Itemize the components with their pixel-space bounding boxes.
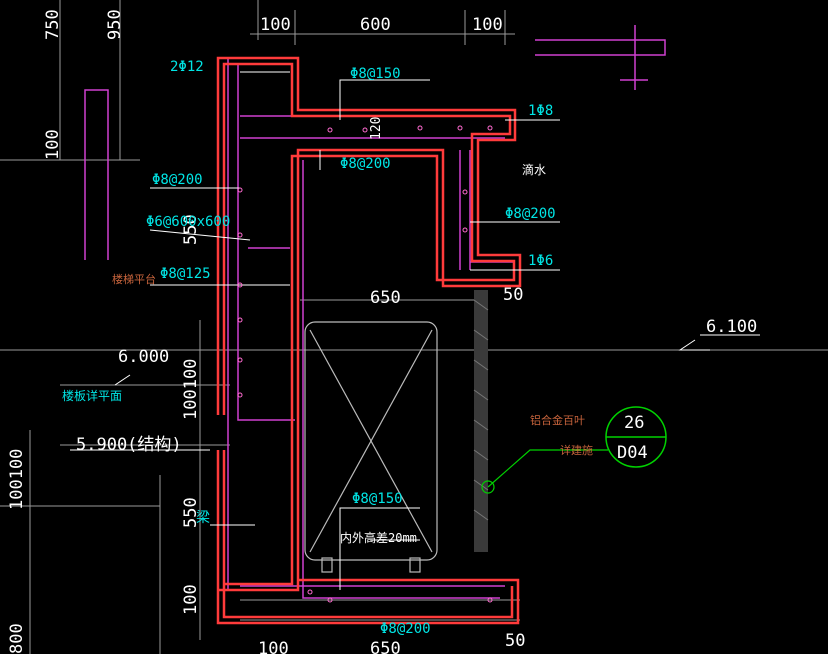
callout-number: 26 xyxy=(624,413,644,433)
dim-bottom-50: 50 xyxy=(505,631,525,651)
rebar-phi8-150-top: Φ8@150 xyxy=(350,66,401,82)
rebar-1phi6: 1Φ6 xyxy=(528,253,553,269)
cad-drawing-canvas: 100 600 100 750 950 100 100100 800 550 1… xyxy=(0,0,828,654)
note-drip: 滴水 xyxy=(522,162,546,177)
dim-height-120: 120 xyxy=(369,117,384,140)
dim-left-750: 750 xyxy=(43,9,63,40)
rebar-phi8-200-right: Φ8@200 xyxy=(505,206,556,222)
dim-bottom-100: 100 xyxy=(258,639,289,654)
rebar-phi8-125: Φ8@125 xyxy=(160,266,211,282)
callout-sheet: D04 xyxy=(617,443,648,463)
note-stair-platform: 楼梯平台 xyxy=(112,272,156,286)
dim-top-left: 100 xyxy=(260,15,291,35)
level-6000: 6.000 xyxy=(118,347,169,367)
wall-hatch xyxy=(473,290,489,552)
note-detail-ref: 详建施 xyxy=(560,443,593,457)
rebar-2phi12: 2Φ12 xyxy=(170,59,204,75)
dim-width-650: 650 xyxy=(370,288,401,308)
dim-left-950: 950 xyxy=(105,9,125,40)
dim-bottom-left-100100: 100100 xyxy=(7,449,27,510)
note-aluminum: 铝合金百叶 xyxy=(530,413,585,427)
dim-mid-100100: 100100 xyxy=(181,359,201,420)
rebar-phi8-200-bottom: Φ8@200 xyxy=(380,621,431,637)
note-beam: 梁 xyxy=(196,510,210,526)
note-height-diff: 内外高差20mm xyxy=(340,530,417,545)
rebar-phi8-200-mid: Φ8@200 xyxy=(340,156,391,172)
level-5900: 5.900(结构) xyxy=(76,435,182,455)
dim-top-right: 100 xyxy=(472,15,503,35)
grid-lines xyxy=(0,0,828,654)
rebar-1phi8: 1Φ8 xyxy=(528,103,553,119)
dim-bottom-left-800: 800 xyxy=(7,623,27,654)
rebar-phi6-600: Φ6@600x600 xyxy=(146,214,230,230)
dim-right-50-top: 50 xyxy=(503,285,523,305)
note-stair-board: 楼板详平面 xyxy=(62,388,122,403)
dim-lower-100: 100 xyxy=(181,584,201,615)
rebar-phi8-200-left: Φ8@200 xyxy=(152,172,203,188)
level-6100: 6.100 xyxy=(706,317,757,337)
dim-left-100: 100 xyxy=(43,129,63,160)
rebar-phi8-150-bottom: Φ8@150 xyxy=(352,491,403,507)
dim-top-mid: 600 xyxy=(360,15,391,35)
dim-bottom-650: 650 xyxy=(370,639,401,654)
